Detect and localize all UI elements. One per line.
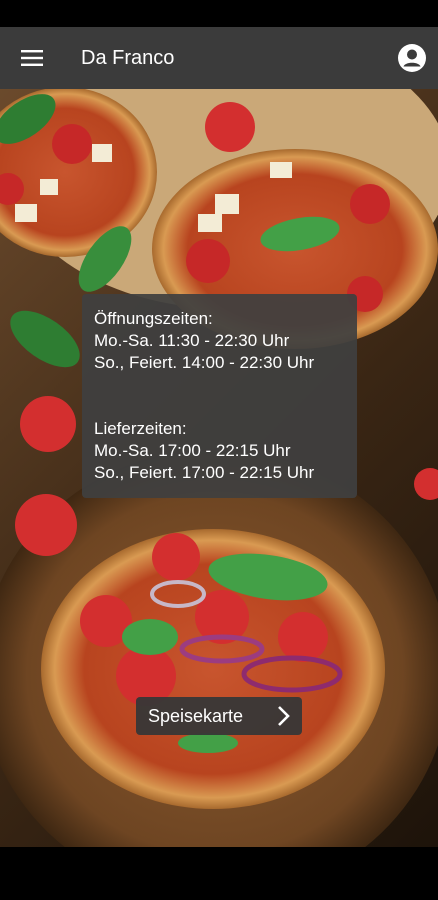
speisekarte-button[interactable]: Speisekarte (136, 697, 302, 735)
page-title: Da Franco (81, 46, 175, 69)
delivery-hours-title: Lieferzeiten: (94, 419, 187, 438)
navigation-bar (0, 847, 438, 900)
chevron-right-icon (278, 706, 290, 726)
delivery-hours-holidays: So., Feiert. 17:00 - 22:15 Uhr (94, 463, 315, 482)
status-bar (0, 0, 438, 27)
hamburger-menu-icon (21, 50, 43, 66)
opening-hours-title: Öffnungszeiten: (94, 309, 213, 328)
account-button[interactable] (396, 42, 428, 74)
app-bar: Da Franco (0, 27, 438, 89)
menu-button[interactable] (0, 27, 64, 89)
opening-hours-panel: Öffnungszeiten: Mo.-Sa. 11:30 - 22:30 Uh… (82, 294, 357, 498)
speisekarte-label: Speisekarte (148, 705, 244, 726)
delivery-hours-weekdays: Mo.-Sa. 17:00 - 22:15 Uhr (94, 441, 291, 460)
account-icon (398, 44, 426, 72)
opening-hours-holidays: So., Feiert. 14:00 - 22:30 Uhr (94, 353, 315, 372)
opening-hours-weekdays: Mo.-Sa. 11:30 - 22:30 Uhr (94, 331, 290, 350)
